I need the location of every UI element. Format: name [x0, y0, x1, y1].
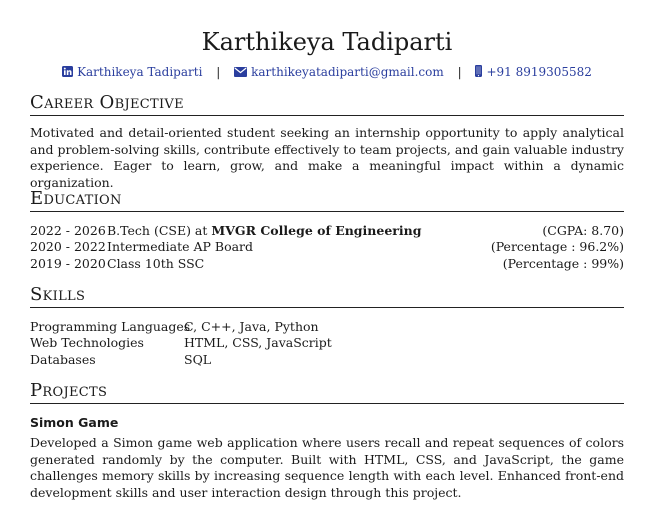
- education-row: 2022 - 2026 B.Tech (CSE) at MVGR College…: [30, 223, 624, 239]
- education-degree: Class 10th SSC: [107, 255, 205, 271]
- email-link[interactable]: karthikeyatadiparti@gmail.com: [234, 65, 447, 79]
- skills-list: Programming Languages C, C++, Java, Pyth…: [30, 319, 624, 368]
- contact-bar: Karthikeya Tadiparti | karthikeyatadipar…: [30, 63, 624, 82]
- education-score: (Percentage : 96.2%): [490, 239, 624, 255]
- education-row: 2020 - 2022 Intermediate AP Board (Perce…: [30, 239, 624, 255]
- education-degree: B.Tech (CSE) at MVGR College of Engineer…: [107, 223, 542, 239]
- project-title: Simon Game: [30, 415, 119, 430]
- education-row: 2019 - 2020 Class 10th SSC (Percentage :…: [30, 256, 624, 272]
- linkedin-label: Karthikeya Tadiparti: [77, 65, 203, 79]
- skill-row: Programming Languages C, C++, Java, Pyth…: [30, 319, 624, 335]
- phone-link[interactable]: +91 8919305582: [475, 65, 592, 79]
- education-years: 2022 - 2026: [30, 223, 106, 238]
- skill-category: Databases: [30, 351, 96, 367]
- envelope-icon: [234, 64, 248, 82]
- skill-items: SQL: [184, 351, 212, 367]
- skill-row: Web Technologies HTML, CSS, JavaScript: [30, 335, 624, 351]
- skill-category: Web Technologies: [30, 335, 144, 351]
- contact-separator: |: [457, 65, 462, 79]
- education-score: (CGPA: 8.70): [542, 223, 624, 238]
- phone-label: +91 8919305582: [486, 65, 592, 79]
- skill-row: Databases SQL: [30, 352, 624, 368]
- college-name: MVGR College of Engineering: [211, 223, 422, 238]
- email-label: karthikeyatadiparti@gmail.com: [251, 65, 444, 79]
- education-degree: Intermediate AP Board: [107, 239, 254, 255]
- education-list: 2022 - 2026 B.Tech (CSE) at MVGR College…: [30, 223, 624, 272]
- linkedin-icon: [62, 64, 74, 82]
- skill-category: Programming Languages: [30, 319, 191, 334]
- career-objective-text: Motivated and detail-oriented student se…: [30, 125, 624, 190]
- linkedin-link[interactable]: Karthikeya Tadiparti: [62, 65, 206, 79]
- skills-heading: Skills: [30, 284, 624, 308]
- education-years: 2020 - 2022: [30, 239, 106, 255]
- education-score: (Percentage : 99%): [502, 255, 624, 271]
- skill-items: HTML, CSS, JavaScript: [184, 335, 332, 351]
- projects-heading: Projects: [30, 380, 624, 404]
- contact-separator: |: [216, 65, 221, 79]
- project-description: Developed a Simon game web application w…: [30, 435, 624, 500]
- degree-label: B.Tech (CSE) at: [107, 223, 212, 238]
- mobile-phone-icon: [475, 64, 483, 82]
- education-years: 2019 - 2020: [30, 255, 106, 271]
- career-objective-heading: Career Objective: [30, 92, 624, 116]
- skill-items: C, C++, Java, Python: [184, 319, 319, 334]
- education-heading: Education: [30, 188, 624, 212]
- resume-name: Karthikeya Tadiparti: [201, 28, 453, 56]
- resume-page: Karthikeya Tadiparti Karthikeya Tadipart…: [30, 0, 624, 509]
